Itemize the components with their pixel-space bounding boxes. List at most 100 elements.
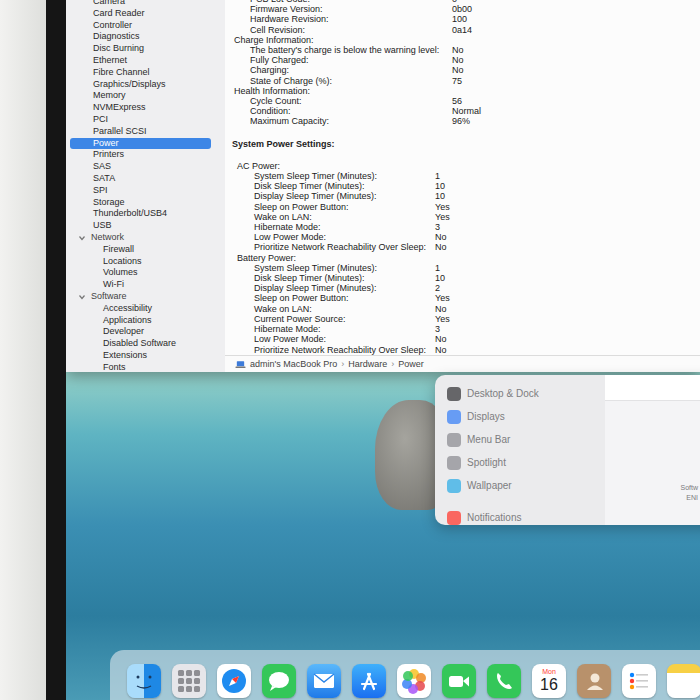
settings-item-icon bbox=[447, 456, 461, 470]
settings-item[interactable]: Spotlight bbox=[447, 451, 605, 474]
report-row: Low Power Mode: No bbox=[225, 232, 700, 242]
settings-item-icon bbox=[447, 387, 461, 401]
sidebar-item[interactable]: Power bbox=[70, 138, 211, 150]
system-settings-window[interactable]: Desktop & Dock Displays Menu Bar Spotlig… bbox=[435, 375, 700, 525]
safari-icon[interactable] bbox=[217, 664, 251, 698]
report-row: Display Sleep Timer (Minutes): 2 bbox=[225, 283, 700, 293]
sidebar-item[interactable]: Storage bbox=[70, 197, 211, 209]
photos-icon[interactable] bbox=[397, 664, 431, 698]
path-item[interactable]: Hardware bbox=[348, 359, 387, 369]
sidebar-item[interactable]: Fibre Channel bbox=[70, 67, 211, 79]
laptop-icon bbox=[235, 360, 246, 369]
report-row: Hardware Revision: 100 bbox=[225, 14, 700, 24]
sidebar-item[interactable]: Disc Burning bbox=[70, 43, 211, 55]
system-information-window[interactable]: Camera Card Reader Controller Diagnostic… bbox=[66, 0, 700, 372]
chevron-icon[interactable] bbox=[78, 293, 86, 301]
sidebar-item[interactable]: Graphics/Displays bbox=[70, 79, 211, 91]
report-row: System Sleep Timer (Minutes): 1 bbox=[225, 171, 700, 181]
sidebar-item[interactable]: Fonts bbox=[70, 362, 211, 372]
path-item[interactable]: Power bbox=[398, 359, 424, 369]
report-row: Charge Information: bbox=[225, 35, 700, 45]
phone-icon[interactable] bbox=[487, 664, 521, 698]
report-row: Health Information: bbox=[225, 86, 700, 96]
report-row: Wake on LAN: No bbox=[225, 304, 700, 314]
report-row: Hibernate Mode: 3 bbox=[225, 324, 700, 334]
report-row: Low Power Mode: No bbox=[225, 334, 700, 344]
settings-item-icon bbox=[447, 511, 461, 525]
calendar-icon[interactable]: Mon 16 bbox=[532, 664, 566, 698]
settings-item[interactable]: Menu Bar bbox=[447, 428, 605, 451]
finder-icon[interactable] bbox=[127, 664, 161, 698]
report-row: System Sleep Timer (Minutes): 1 bbox=[225, 263, 700, 273]
report-row: Prioritize Network Reachability Over Sle… bbox=[225, 345, 700, 355]
sidebar-item[interactable]: Extensions bbox=[70, 350, 211, 362]
detail-pane: PCB Lot Code: 0Firmware Version: 0b00Har… bbox=[225, 0, 700, 372]
sidebar-item[interactable]: Thunderbolt/USB4 bbox=[70, 208, 211, 220]
settings-pane: SoftwENI bbox=[605, 375, 700, 525]
pane-text: Softw bbox=[605, 483, 698, 493]
chevron-icon[interactable] bbox=[78, 234, 86, 242]
app-store-icon[interactable] bbox=[352, 664, 386, 698]
report-row: Current Power Source: Yes bbox=[225, 314, 700, 324]
sidebar-item[interactable]: Wi-Fi bbox=[70, 279, 211, 291]
sidebar-item[interactable]: Applications bbox=[70, 315, 211, 327]
sidebar-group[interactable]: Software bbox=[70, 291, 211, 303]
sidebar-item[interactable]: Locations bbox=[70, 256, 211, 268]
photo-frame: Camera Card Reader Controller Diagnostic… bbox=[0, 0, 700, 700]
report-row: Display Sleep Timer (Minutes): 10 bbox=[225, 191, 700, 201]
launchpad-icon[interactable] bbox=[172, 664, 206, 698]
report-row: Cycle Count: 56 bbox=[225, 96, 700, 106]
report-row: PCB Lot Code: 0 bbox=[225, 0, 700, 4]
report-row: Prioritize Network Reachability Over Sle… bbox=[225, 242, 700, 252]
settings-item[interactable]: Wallpaper bbox=[447, 474, 605, 497]
notes-icon[interactable] bbox=[667, 664, 700, 698]
settings-item[interactable]: Notifications bbox=[447, 506, 605, 525]
sidebar-item[interactable]: USB bbox=[70, 220, 211, 232]
sidebar-item[interactable]: Card Reader bbox=[70, 8, 211, 20]
sidebar-item[interactable]: SAS bbox=[70, 161, 211, 173]
sidebar-item[interactable]: Volumes bbox=[70, 267, 211, 279]
screen-bezel bbox=[46, 0, 66, 700]
reminders-icon[interactable] bbox=[622, 664, 656, 698]
sidebar-item[interactable]: Memory bbox=[70, 90, 211, 102]
settings-item[interactable]: Desktop & Dock bbox=[447, 382, 605, 405]
report-row: Charging: No bbox=[225, 65, 700, 75]
report-row: Fully Charged: No bbox=[225, 55, 700, 65]
settings-sidebar: Desktop & Dock Displays Menu Bar Spotlig… bbox=[435, 375, 605, 525]
sidebar-item[interactable]: Controller bbox=[70, 20, 211, 32]
sidebar-item[interactable]: SPI bbox=[70, 185, 211, 197]
report-heading: Battery Power: bbox=[225, 253, 700, 263]
pane-text: ENI bbox=[605, 493, 698, 503]
sidebar-item[interactable]: Ethernet bbox=[70, 55, 211, 67]
sidebar-item[interactable]: Camera bbox=[70, 0, 211, 8]
dock: Mon 16 bbox=[110, 650, 700, 700]
sidebar: Camera Card Reader Controller Diagnostic… bbox=[66, 0, 225, 372]
pane-header bbox=[605, 375, 700, 401]
report-row: The battery's charge is below the warnin… bbox=[225, 45, 700, 55]
sidebar-item[interactable]: Developer bbox=[70, 326, 211, 338]
report-row: State of Charge (%): 75 bbox=[225, 76, 700, 86]
report-row: Wake on LAN: Yes bbox=[225, 212, 700, 222]
sidebar-item[interactable]: Diagnostics bbox=[70, 31, 211, 43]
sidebar-item[interactable]: PCI bbox=[70, 114, 211, 126]
sidebar-item[interactable]: Disabled Software bbox=[70, 338, 211, 350]
sidebar-item[interactable]: Printers bbox=[70, 149, 211, 161]
sidebar-item[interactable]: Firewall bbox=[70, 244, 211, 256]
facetime-icon[interactable] bbox=[442, 664, 476, 698]
contacts-icon[interactable] bbox=[577, 664, 611, 698]
report-row: Hibernate Mode: 3 bbox=[225, 222, 700, 232]
sidebar-item[interactable]: SATA bbox=[70, 173, 211, 185]
report-row: Sleep on Power Button: Yes bbox=[225, 202, 700, 212]
sidebar-item[interactable]: Accessibility bbox=[70, 303, 211, 315]
messages-icon[interactable] bbox=[262, 664, 296, 698]
sidebar-item[interactable]: Parallel SCSI bbox=[70, 126, 211, 138]
settings-item[interactable]: Displays bbox=[447, 405, 605, 428]
report-row: Maximum Capacity: 96% bbox=[225, 116, 700, 126]
path-item[interactable]: admin's MacBook Pro bbox=[250, 359, 337, 369]
sidebar-item[interactable]: NVMExpress bbox=[70, 102, 211, 114]
sidebar-group[interactable]: Network bbox=[70, 232, 211, 244]
desk-surface bbox=[0, 0, 46, 700]
mail-icon[interactable] bbox=[307, 664, 341, 698]
report-row: Disk Sleep Timer (Minutes): 10 bbox=[225, 273, 700, 283]
report-row: Firmware Version: 0b00 bbox=[225, 4, 700, 14]
